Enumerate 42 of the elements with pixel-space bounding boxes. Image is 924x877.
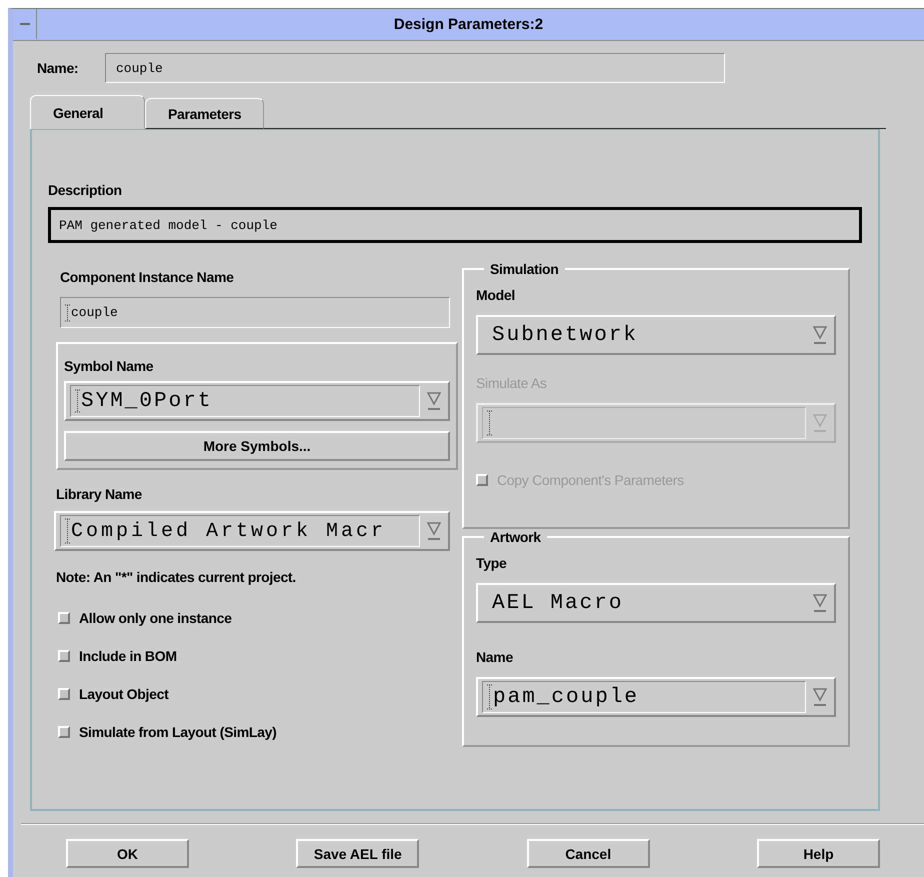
window-title: Design Parameters:2 (394, 16, 544, 33)
dropdown-arrow-icon (426, 521, 442, 541)
simulation-group-title: Simulation (489, 261, 560, 277)
text-cursor-icon (75, 389, 80, 413)
dialog-button[interactable]: Cancel (526, 839, 650, 868)
model-dropdown[interactable]: Subnetwork (476, 315, 836, 355)
name-field[interactable]: couple (105, 53, 725, 83)
text-cursor-icon (65, 518, 70, 544)
tab[interactable]: General (30, 95, 145, 129)
name-label: Name: (37, 60, 80, 76)
text-cursor-icon (487, 684, 492, 710)
symbol-name-label: Symbol Name (64, 358, 154, 374)
dropdown-arrow-icon (812, 325, 828, 345)
checkbox-option[interactable]: Allow only one instance (58, 607, 448, 628)
artwork-name-dropdown[interactable]: pam_couple (476, 677, 836, 717)
checkbox-option[interactable]: Include in BOM (58, 645, 448, 666)
text-cursor-icon (487, 410, 492, 436)
note-text: Note: An "*" indicates current project. (56, 569, 297, 585)
more-symbols-button[interactable]: More Symbols... (64, 431, 450, 461)
library-dropdown[interactable]: Compiled Artwork Macr (54, 511, 450, 551)
library-name-label: Library Name (56, 486, 143, 502)
instance-name-label: Component Instance Name (60, 269, 235, 285)
description-field[interactable]: PAM generated model - couple (48, 207, 862, 243)
text-cursor-icon (65, 304, 70, 322)
symbol-dropdown[interactable]: SYM_0Port (64, 381, 450, 421)
checkbox-option[interactable]: Simulate from Layout (SimLay) (58, 721, 448, 742)
checkbox-option[interactable]: Layout Object (58, 683, 448, 704)
instance-name-field[interactable]: couple (60, 297, 450, 328)
dialog-button[interactable]: OK (66, 839, 189, 868)
dropdown-arrow-icon (812, 593, 828, 613)
model-label: Model (476, 287, 516, 303)
type-dropdown[interactable]: AEL Macro (476, 583, 836, 623)
dialog-button[interactable]: Help (756, 839, 880, 868)
dropdown-arrow-icon (426, 391, 442, 411)
description-label: Description (48, 182, 123, 198)
artwork-name-label: Name (476, 649, 514, 665)
dropdown-arrow-icon (812, 413, 828, 433)
tab[interactable]: Parameters (145, 98, 264, 129)
artwork-group-title: Artwork (489, 529, 542, 545)
dropdown-arrow-icon (812, 687, 828, 707)
dialog-button[interactable]: Save AEL file (296, 839, 420, 868)
type-label: Type (476, 555, 508, 571)
